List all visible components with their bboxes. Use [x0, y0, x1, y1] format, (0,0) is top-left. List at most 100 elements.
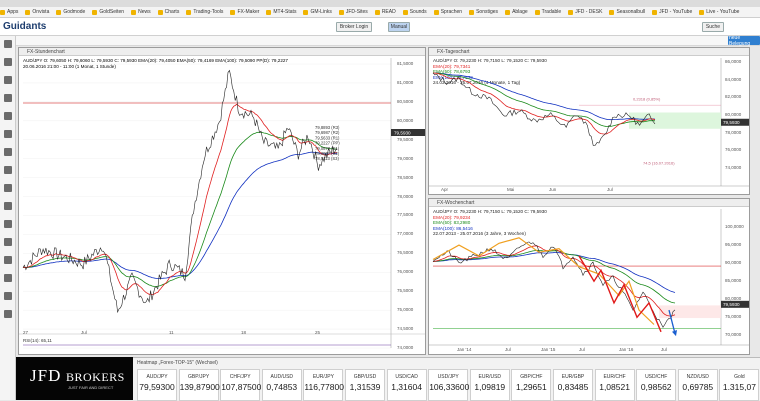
y-tick-label: 76,0000: [725, 147, 742, 153]
chat-icon[interactable]: [4, 202, 12, 210]
bookmark-item[interactable]: Sonstiges: [469, 9, 498, 15]
search-button[interactable]: Suche: [702, 22, 724, 32]
bookmark-icon: [157, 9, 163, 15]
ticker-item[interactable]: USD/JPY 106,33600: [428, 369, 470, 401]
hourly-chart-canvas[interactable]: 79,8893 (R3)79,6987 (R2)79,5633 (R1)79,2…: [19, 48, 426, 355]
user-icon[interactable]: [4, 292, 12, 300]
bookmark-item[interactable]: Sprachen: [433, 9, 462, 15]
jfd-brokers: BROKERS: [66, 370, 125, 384]
ticker-symbol: GBP/USD: [353, 374, 377, 380]
bookmark-icon: [266, 9, 272, 15]
bookmark-item[interactable]: JFD - YouTube: [652, 9, 692, 15]
bookmark-item[interactable]: News: [131, 9, 151, 15]
bookmark-label: Ablage: [512, 9, 528, 15]
bookmark-icon: [303, 9, 309, 15]
ticker-symbol: GBP/JPY: [188, 374, 210, 380]
ema50-line: [432, 249, 676, 304]
ticker-value: 0,83485: [557, 382, 589, 392]
bookmark-item[interactable]: GoldSeiten: [92, 9, 124, 15]
bookmark-item[interactable]: Apps: [0, 9, 18, 15]
bookmark-item[interactable]: Sounds: [402, 9, 427, 15]
avatar-icon[interactable]: [4, 40, 12, 48]
y-tick-label: 76,0000: [397, 269, 414, 275]
daily-chart-canvas[interactable]: 0,2318 (0,85%) 74,5 (16.07.2016) 79,5930: [429, 48, 750, 195]
help-icon[interactable]: [4, 238, 12, 246]
ticker-symbol: EUR/GBP: [561, 374, 585, 380]
ticker-item[interactable]: GBP/JPY 139,87900: [178, 369, 220, 401]
y-tick-label: 75,0000: [397, 307, 414, 313]
x-tick-label: 27: [23, 330, 29, 335]
ticker-item[interactable]: AUD/USD 0,74853: [261, 369, 302, 401]
bookmark-item[interactable]: Live - YouTube: [699, 9, 739, 15]
bookmark-item[interactable]: MT4-Stats: [266, 9, 296, 15]
ticker-value: 1,29651: [516, 382, 547, 392]
ticker-item[interactable]: EUR/USD 1,09819: [469, 369, 510, 401]
bookmark-item[interactable]: Godmode: [56, 9, 85, 15]
bookmark-item[interactable]: FX-Maker: [230, 9, 259, 15]
x-tick-label: 25: [315, 330, 321, 335]
chart-icon[interactable]: [4, 94, 12, 102]
monitor-icon[interactable]: [4, 58, 12, 66]
ticker-item[interactable]: EUR/CHF 1,08521: [594, 369, 635, 401]
ticker-item[interactable]: EUR/JPY 116,77800: [303, 369, 344, 401]
new-layout-button[interactable]: neue Belegung: [728, 35, 760, 47]
ticker-item[interactable]: GBP/CHF 1,29651: [511, 369, 552, 401]
y-tick-label: 79,0000: [397, 155, 414, 161]
ticker-item[interactable]: GBP/USD 1,31539: [345, 369, 385, 401]
ticker-item[interactable]: USD/CAD 1,31604: [386, 369, 427, 401]
bookmark-item[interactable]: JFD-Sites: [338, 9, 368, 15]
y-tick-label: 80,0000: [397, 117, 414, 123]
y-tick-label: 95,0000: [725, 242, 742, 247]
ticker-value: 0,74853: [266, 382, 298, 392]
ticker-symbol: EUR/USD: [478, 374, 502, 380]
ticker-item[interactable]: USD/CHF 0,98562: [636, 369, 677, 401]
ticker-value: 1,09819: [474, 382, 506, 392]
jfd-brokers-logo: JFD BROKERS JUST FAIR AND DIRECT: [16, 357, 133, 400]
broker-login-button[interactable]: Broker Login: [336, 22, 372, 32]
ticker-item[interactable]: Gold 1.315,07: [719, 369, 760, 401]
gear-icon[interactable]: [4, 220, 12, 228]
ticker-item[interactable]: NZD/USD 0,69785: [677, 369, 718, 401]
tools-icon[interactable]: [4, 166, 12, 174]
ticker-value: 106,33600: [429, 382, 470, 392]
x-tick-label: Jan '16: [619, 347, 634, 352]
bookmark-item[interactable]: Ablage: [505, 9, 528, 15]
list-icon[interactable]: [4, 112, 12, 120]
link-icon[interactable]: [4, 256, 12, 264]
bookmark-item[interactable]: Seasonalbull: [609, 9, 645, 15]
bookmark-label: Charts: [164, 9, 180, 15]
ticker-item[interactable]: EUR/GBP 0,83485: [553, 369, 593, 401]
annotation-upper: 0,2318 (0,85%): [633, 96, 661, 101]
bookmark-item[interactable]: JFD - DESK: [568, 9, 602, 15]
ticker-symbol: USD/JPY: [437, 374, 459, 380]
ticker-item[interactable]: AUD/JPY 79,59300: [137, 369, 177, 401]
ticker-symbol: Gold: [734, 374, 745, 380]
price-line: [432, 72, 656, 146]
folder-icon[interactable]: [4, 148, 12, 156]
weekly-chart-canvas[interactable]: 79,5930: [429, 199, 750, 355]
ema20-line: [432, 72, 656, 135]
bookmark-item[interactable]: GM-Links: [303, 9, 332, 15]
y-tick-label: 74,0000: [397, 345, 414, 350]
star-icon[interactable]: [4, 274, 12, 282]
calendar-icon[interactable]: [4, 130, 12, 138]
briefcase-icon[interactable]: [4, 76, 12, 84]
weekly-chart-panel[interactable]: FX-Wochenchart AUD/JPY O: 79,2230 H: 79,…: [428, 198, 750, 355]
bookmark-item[interactable]: Tradable: [534, 9, 561, 15]
hourly-chart-panel[interactable]: FX-Stundenchart AUD/JPY O: 79,6050 H: 79…: [18, 47, 426, 355]
guidants-logo: Guidants: [3, 21, 47, 32]
bookmark-icon: [92, 9, 98, 15]
grid-icon[interactable]: [4, 184, 12, 192]
bookmark-item[interactable]: Onvista: [25, 9, 49, 15]
bookmark-item[interactable]: READ: [374, 9, 396, 15]
ticker-value: 139,87900: [179, 382, 220, 392]
bookmark-item[interactable]: Trading-Tools: [186, 9, 223, 15]
bell-icon[interactable]: [4, 310, 12, 318]
bookmark-item[interactable]: Charts: [157, 9, 180, 15]
ticker-symbol: NZD/USD: [686, 374, 709, 380]
bookmark-icon: [469, 9, 475, 15]
daily-chart-panel[interactable]: FX-Tageschart AUD/JPY O: 79,2230 H: 79,7…: [428, 47, 750, 195]
ticker-item[interactable]: CHF/JPY 107,87500: [220, 369, 261, 401]
manual-button[interactable]: Manual: [388, 22, 410, 32]
heatmap-title: Heatmap „Forex-TOP-15" (Wechsel): [137, 360, 218, 366]
